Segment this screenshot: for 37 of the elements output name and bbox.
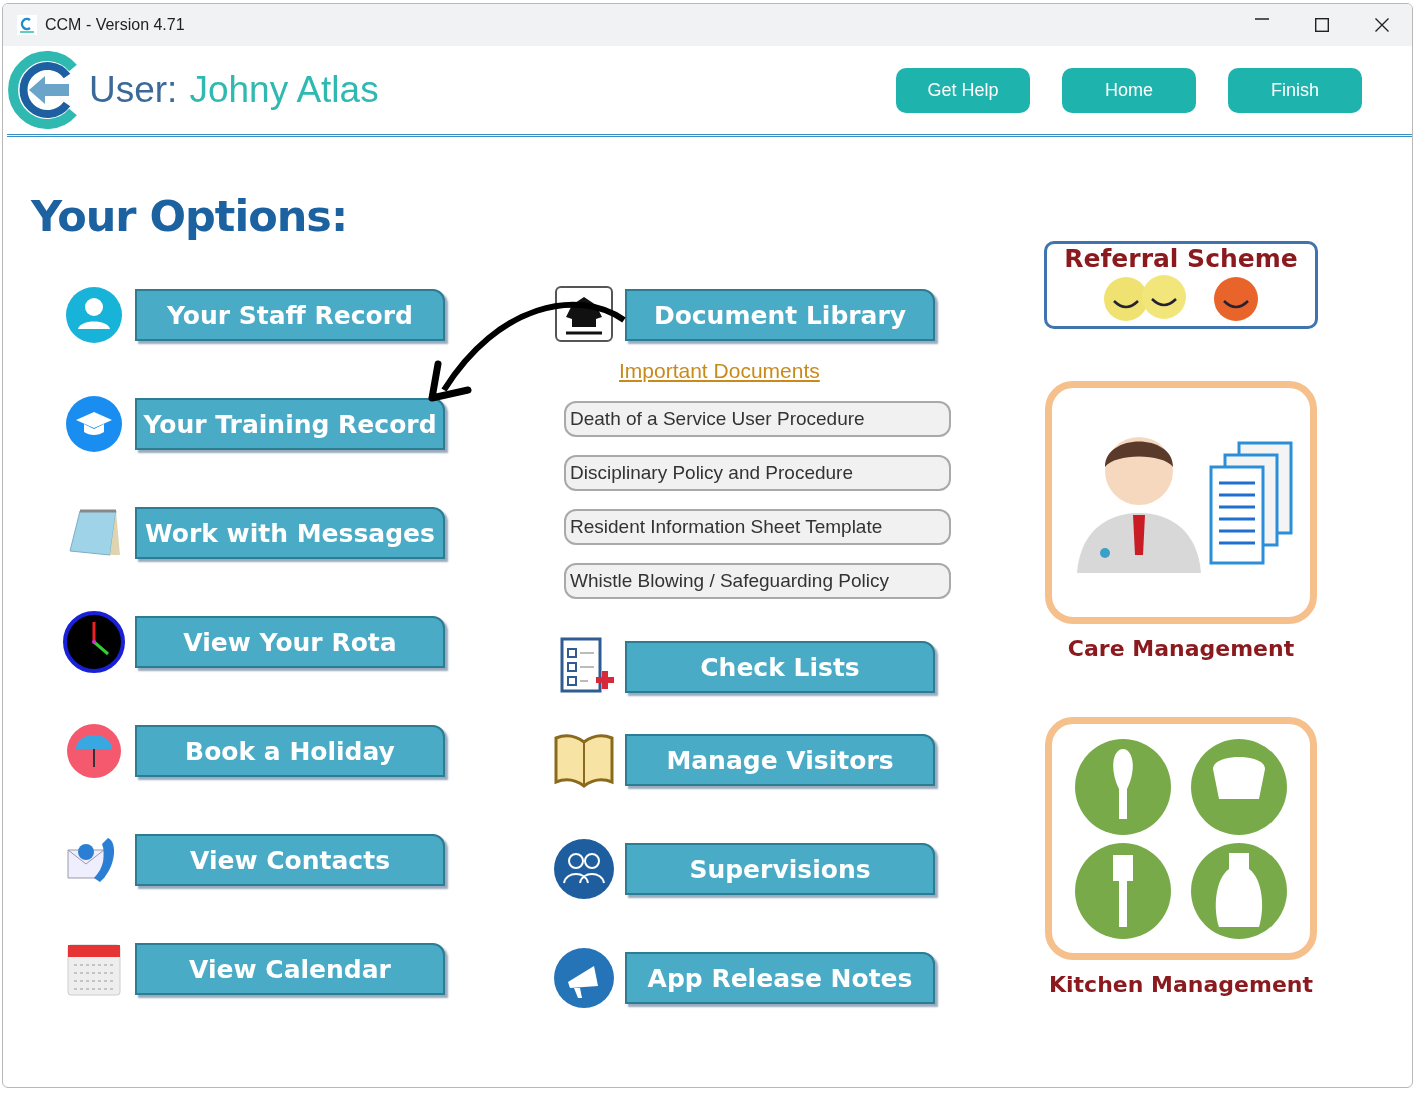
option-button[interactable]: Book a Holiday bbox=[135, 725, 445, 777]
app-logo-icon bbox=[17, 15, 37, 35]
megaphone-icon bbox=[551, 946, 617, 1010]
kitchen-management-button[interactable] bbox=[1045, 717, 1317, 960]
document-button[interactable]: Disciplinary Policy and Procedure bbox=[564, 455, 951, 491]
option-button[interactable]: Document Library bbox=[625, 289, 935, 341]
header-button[interactable]: Finish bbox=[1228, 67, 1362, 113]
page-heading: Your Options: bbox=[31, 191, 349, 241]
window-title: CCM - Version 4.71 bbox=[45, 16, 186, 34]
option-button[interactable]: Your Training Record bbox=[135, 398, 445, 450]
header-button[interactable]: Get Help bbox=[896, 67, 1030, 113]
user-name: Johny Atlas bbox=[189, 69, 379, 111]
document-button[interactable]: Resident Information Sheet Template bbox=[564, 509, 951, 545]
referral-scheme-button[interactable]: Referral Scheme bbox=[1044, 241, 1318, 329]
header-button[interactable]: Home bbox=[1062, 67, 1196, 113]
option-button[interactable]: Supervisions bbox=[625, 843, 935, 895]
care-management-label: Care Management bbox=[1067, 636, 1295, 661]
clock-icon bbox=[61, 610, 127, 674]
option-button[interactable]: Manage Visitors bbox=[625, 734, 935, 786]
option-button[interactable]: View Contacts bbox=[135, 834, 445, 886]
document-button[interactable]: Whistle Blowing / Safeguarding Policy bbox=[564, 563, 951, 599]
two-people-icon bbox=[551, 837, 617, 901]
close-icon bbox=[1375, 18, 1389, 32]
referral-scheme-title: Referral Scheme bbox=[1064, 244, 1298, 273]
option-button[interactable]: View Your Rota bbox=[135, 616, 445, 668]
option-button[interactable]: View Calendar bbox=[135, 943, 445, 995]
user-label: User: bbox=[89, 69, 178, 111]
kitchen-management-label: Kitchen Management bbox=[1049, 972, 1313, 997]
care-management-button[interactable] bbox=[1045, 381, 1317, 624]
option-button[interactable]: Work with Messages bbox=[135, 507, 445, 559]
option-button[interactable]: Check Lists bbox=[625, 641, 935, 693]
option-button[interactable]: Your Staff Record bbox=[135, 289, 445, 341]
maximize-icon bbox=[1315, 18, 1329, 32]
option-button[interactable]: App Release Notes bbox=[625, 952, 935, 1004]
minimize-icon bbox=[1255, 18, 1269, 20]
important-documents-link[interactable]: Important Documents bbox=[619, 359, 820, 383]
document-button[interactable]: Death of a Service User Procedure bbox=[564, 401, 951, 437]
